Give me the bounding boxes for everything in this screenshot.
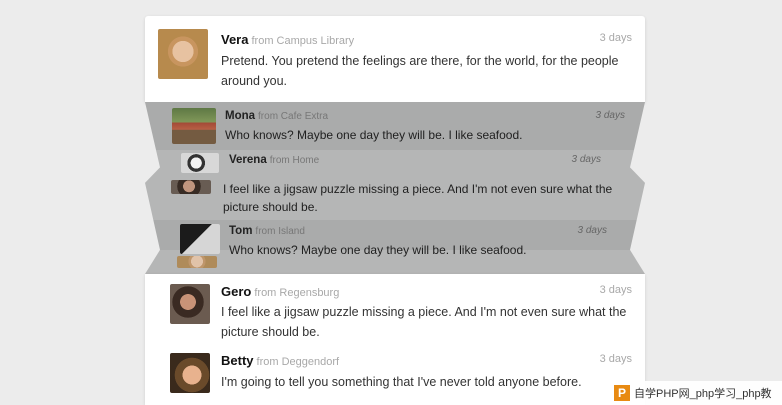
author-name: Tom (229, 225, 253, 237)
avatar (170, 284, 210, 324)
timestamp: 3 days (599, 32, 632, 44)
avatar (181, 153, 219, 173)
message-item[interactable]: Mona from Cafe Extra 3 days Who knows? Ma… (145, 102, 645, 150)
location-label: from Campus Library (251, 35, 355, 47)
message-item[interactable]: Vera from Campus Library 3 days Pretend. … (145, 16, 645, 102)
location-label: from Home (269, 155, 320, 166)
location-label: from Regensburg (254, 287, 340, 299)
message-item[interactable]: Betty from Deggendorf 3 days I'm going to… (145, 340, 645, 405)
message-card-top: Vera from Campus Library 3 days Pretend. … (145, 16, 645, 102)
location-label: from Deggendorf (256, 356, 340, 368)
timestamp: 3 days (599, 284, 632, 296)
avatar (171, 180, 211, 194)
avatar (177, 256, 217, 268)
author-name: Vera (221, 32, 249, 47)
author-name: Gero (221, 284, 252, 299)
message-item[interactable]: Tom from Island 3 days Who knows? Maybe o… (145, 220, 645, 260)
message-item[interactable]: Gero from Regensburg 3 days I feel like a… (145, 274, 645, 340)
author-name: Mona (225, 110, 256, 122)
message-text: Who knows? Maybe one day they will be. I… (225, 128, 523, 142)
message-card-bottom: Gero from Regensburg 3 days I feel like a… (145, 274, 645, 405)
location-label: from Island (255, 226, 305, 237)
folded-message-stack[interactable]: Mona from Cafe Extra 3 days Who knows? Ma… (145, 102, 645, 274)
author-name: Verena (229, 154, 267, 166)
watermark: P 自学PHP网_php学习_php教 (611, 381, 782, 405)
timestamp: 3 days (571, 154, 601, 165)
avatar (180, 224, 220, 254)
message-text: Pretend. You pretend the feelings are th… (221, 54, 619, 88)
message-item[interactable]: I feel like a jigsaw puzzle missing a pi… (145, 180, 645, 216)
timestamp: 3 days (595, 110, 625, 121)
location-label: from Cafe Extra (258, 111, 329, 122)
author-name: Betty (221, 353, 254, 368)
timestamp: 3 days (599, 353, 632, 365)
avatar (158, 29, 208, 79)
avatar (172, 108, 216, 144)
timestamp: 3 days (577, 225, 607, 236)
message-item[interactable]: Verena from Home 3 days (145, 150, 645, 176)
message-text: Who knows? Maybe one day they will be. I… (229, 243, 527, 257)
avatar (170, 353, 210, 393)
message-text: I'm going to tell you something that I'v… (221, 375, 582, 389)
message-text: I feel like a jigsaw puzzle missing a pi… (223, 182, 613, 214)
watermark-text: 自学PHP网_php学习_php教 (634, 388, 772, 400)
message-text: I feel like a jigsaw puzzle missing a pi… (221, 305, 627, 339)
php-logo-icon: P (614, 385, 630, 401)
